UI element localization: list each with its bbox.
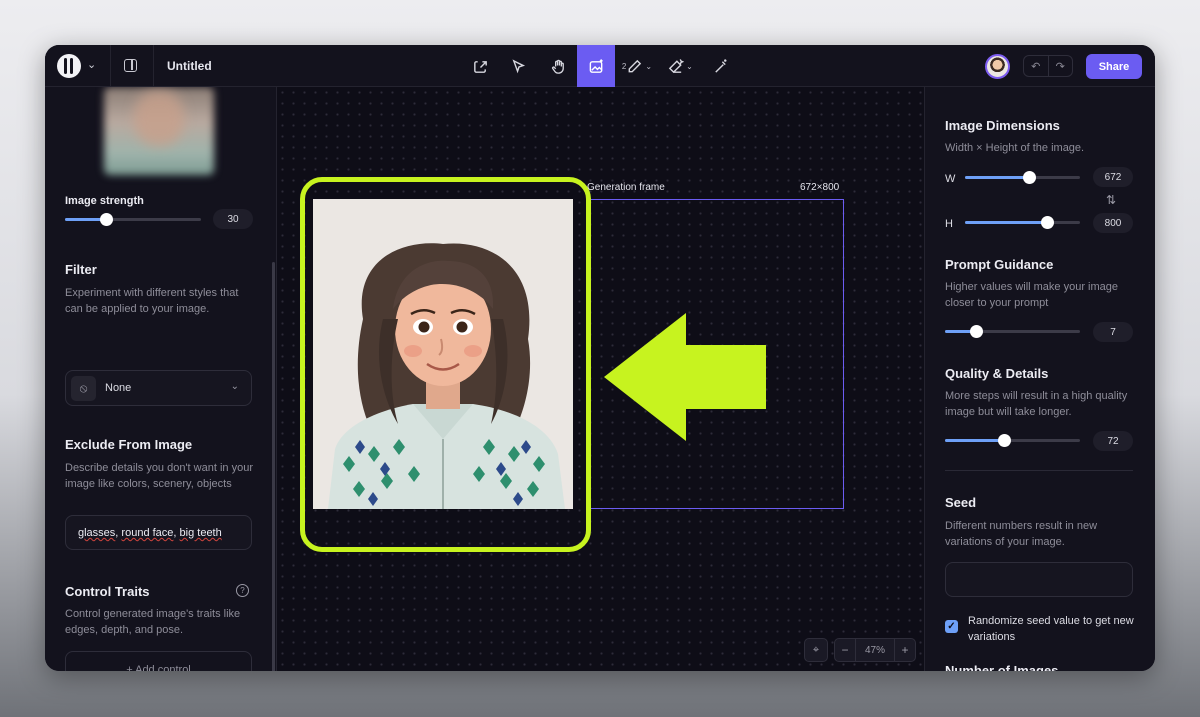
quality-title: Quality & Details bbox=[945, 366, 1049, 381]
randomize-seed-label[interactable]: Randomize seed value to get new variatio… bbox=[968, 613, 1138, 645]
guidance-description: Higher values will make your image close… bbox=[945, 281, 1119, 309]
draw-tool[interactable]: 2 ⌄ bbox=[617, 45, 655, 87]
image-strength-slider[interactable] bbox=[65, 213, 201, 226]
dimensions-description: Width × Height of the image. bbox=[945, 142, 1085, 154]
guidance-slider[interactable] bbox=[945, 325, 1080, 338]
history-controls: ↶ ↷ bbox=[1023, 55, 1073, 77]
sidebar-toggle-icon[interactable] bbox=[124, 59, 137, 72]
pan-tool[interactable] bbox=[539, 45, 577, 87]
zoom-level[interactable]: 47% bbox=[855, 639, 895, 661]
eraser-icon bbox=[668, 58, 685, 73]
guidance-value[interactable]: 7 bbox=[1093, 322, 1133, 342]
zoom-out-button[interactable]: − bbox=[835, 639, 855, 661]
seed-description: Different numbers result in new variatio… bbox=[945, 520, 1098, 548]
cursor-icon bbox=[512, 58, 525, 73]
exclude-word: glasses bbox=[78, 527, 116, 539]
filter-selected-value: None bbox=[105, 382, 132, 394]
quality-slider[interactable] bbox=[945, 434, 1080, 447]
hand-icon bbox=[551, 59, 564, 74]
swap-dimensions-icon[interactable]: ⇅ bbox=[1106, 193, 1116, 207]
dimensions-title: Image Dimensions bbox=[945, 118, 1060, 133]
chevron-down-icon[interactable]: ⌄ bbox=[87, 58, 96, 71]
no-filter-icon: ⦸ bbox=[71, 376, 96, 401]
top-bar: ⌄ Untitled 2 ⌄ ⌄ ↶ ↷ Share bbox=[45, 45, 1155, 87]
control-traits-title: Control Traits bbox=[65, 584, 150, 599]
slider-knob[interactable] bbox=[99, 213, 113, 226]
generation-frame-label: Generation frame bbox=[587, 182, 665, 193]
canvas[interactable]: Generation frame 672×800 ⌖ − 47% + bbox=[277, 87, 924, 671]
zoom-controls: − 47% + bbox=[834, 638, 916, 662]
scrollbar[interactable] bbox=[272, 262, 275, 671]
arrow-left-icon bbox=[604, 313, 766, 441]
help-icon[interactable]: ? bbox=[236, 584, 249, 597]
divider bbox=[945, 470, 1133, 471]
zoom-in-button[interactable]: + bbox=[895, 639, 915, 661]
width-label: W bbox=[945, 173, 956, 185]
randomize-seed-checkbox[interactable]: ✓ bbox=[945, 620, 958, 633]
height-value[interactable]: 800 bbox=[1093, 213, 1133, 233]
exclude-input[interactable]: glasses, round face, big teeth bbox=[65, 515, 252, 550]
highlight-outline bbox=[300, 177, 591, 552]
pencil-icon bbox=[628, 59, 642, 72]
slider-knob[interactable] bbox=[1040, 216, 1054, 229]
guidance-title: Prompt Guidance bbox=[945, 257, 1054, 272]
generation-frame-size: 672×800 bbox=[800, 182, 840, 193]
exclude-title: Exclude From Image bbox=[65, 437, 193, 452]
user-avatar[interactable] bbox=[985, 54, 1010, 79]
exclude-description: Describe details you don't want in your … bbox=[65, 462, 253, 490]
divider bbox=[153, 45, 154, 87]
quality-value[interactable]: 72 bbox=[1093, 431, 1133, 451]
image-strength-label: Image strength bbox=[65, 195, 144, 207]
control-traits-description: Control generated image's traits like ed… bbox=[65, 608, 241, 636]
generate-tool[interactable] bbox=[577, 45, 615, 87]
select-tool[interactable] bbox=[499, 45, 537, 87]
seed-title: Seed bbox=[945, 495, 977, 510]
magic-wand-icon bbox=[714, 58, 726, 73]
fit-to-screen-icon[interactable]: ⌖ bbox=[804, 638, 828, 662]
app-window: ⌄ Untitled 2 ⌄ ⌄ ↶ ↷ Share Image strengt… bbox=[45, 45, 1155, 671]
app-logo-icon[interactable] bbox=[57, 54, 81, 78]
slider-knob[interactable] bbox=[970, 325, 984, 338]
slider-fill bbox=[965, 176, 1030, 179]
slider-fill bbox=[945, 439, 1005, 442]
erase-tool[interactable]: ⌄ bbox=[659, 45, 701, 87]
height-label: H bbox=[945, 218, 953, 230]
redo-icon[interactable]: ↷ bbox=[1049, 56, 1073, 76]
number-of-images-title: Number of Images bbox=[945, 663, 1059, 671]
height-slider[interactable] bbox=[965, 216, 1080, 229]
chevron-down-icon: ⌄ bbox=[230, 381, 239, 392]
image-strength-value[interactable]: 30 bbox=[213, 209, 253, 229]
right-sidebar: Image Dimensions Width × Height of the i… bbox=[924, 87, 1155, 671]
width-value[interactable]: 672 bbox=[1093, 167, 1133, 187]
slider-knob[interactable] bbox=[1023, 171, 1037, 184]
seed-input[interactable] bbox=[945, 562, 1133, 597]
chevron-down-icon: ⌄ bbox=[686, 61, 693, 71]
filter-description: Experiment with different styles that ca… bbox=[65, 287, 239, 315]
filter-select[interactable]: ⦸ None ⌄ bbox=[65, 370, 252, 406]
undo-icon[interactable]: ↶ bbox=[1024, 56, 1049, 76]
upload-icon bbox=[473, 60, 487, 73]
quality-description: More steps will result in a high quality… bbox=[945, 390, 1128, 418]
add-control-button[interactable]: + Add control bbox=[65, 651, 252, 671]
exclude-word: big teeth bbox=[179, 527, 222, 539]
document-title[interactable]: Untitled bbox=[167, 59, 212, 73]
chevron-down-icon: ⌄ bbox=[645, 61, 653, 71]
image-sparkle-icon bbox=[589, 58, 603, 73]
filter-title: Filter bbox=[65, 262, 97, 277]
share-button[interactable]: Share bbox=[1086, 54, 1142, 79]
source-image-thumbnail-detail bbox=[134, 91, 184, 146]
upload-tool[interactable] bbox=[461, 45, 499, 87]
exclude-word: round face bbox=[121, 527, 174, 539]
divider bbox=[110, 45, 111, 87]
width-slider[interactable] bbox=[965, 171, 1080, 184]
left-sidebar: Image strength 30 Filter Experiment with… bbox=[45, 87, 277, 671]
slider-fill bbox=[965, 221, 1047, 224]
slider-knob[interactable] bbox=[998, 434, 1012, 447]
magic-tool[interactable] bbox=[701, 45, 739, 87]
